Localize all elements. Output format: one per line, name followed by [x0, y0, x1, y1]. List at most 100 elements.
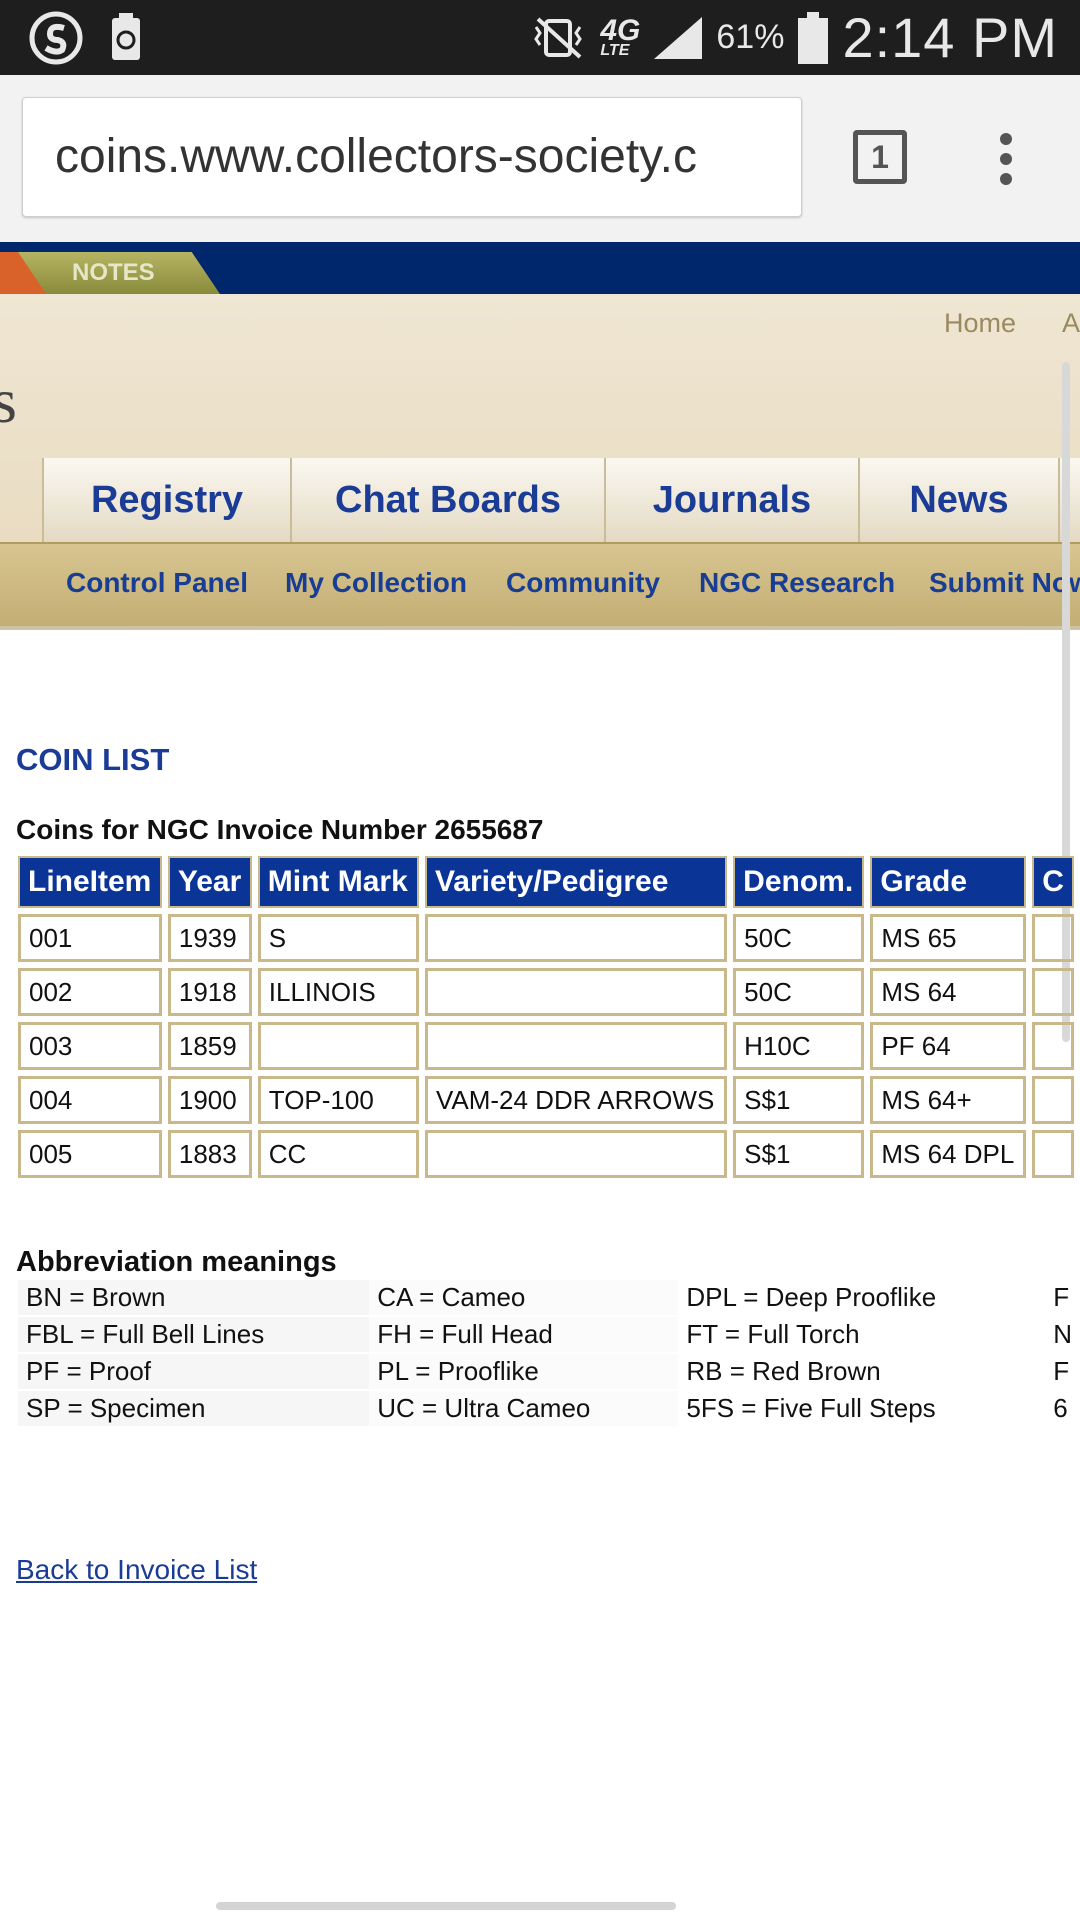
main-nav: Registry Chat Boards Journals News [0, 458, 1080, 542]
abbr-cell: UC = Ultra Cameo [369, 1390, 679, 1428]
cell-mint-mark: TOP-100 [257, 1076, 419, 1124]
top-links: Home A [944, 308, 1080, 339]
coin-table: LineItem Year Mint Mark Variety/Pedigree… [12, 850, 1080, 1184]
abbr-cell: DPL = Deep Prooflike [678, 1280, 1046, 1317]
subnav-control-panel[interactable]: Control Panel [66, 544, 248, 622]
back-to-invoice-list-link[interactable]: Back to Invoice List [16, 1554, 257, 1586]
cell-year: 1939 [167, 914, 252, 962]
col-header-c: C [1032, 856, 1074, 908]
abbr-cell: 6 [1045, 1390, 1080, 1428]
abbr-cell: FT = Full Torch [678, 1316, 1046, 1354]
col-header-variety: Variety/Pedigree [424, 856, 728, 908]
url-field[interactable]: coins.www.collectors-society.c [22, 97, 802, 217]
col-header-grade: Grade [870, 856, 1027, 908]
cell-year: 1859 [167, 1022, 252, 1070]
abbr-cell: CA = Cameo [369, 1280, 679, 1317]
samsung-s-icon [29, 11, 83, 65]
cell-lineitem: 004 [18, 1076, 162, 1124]
table-row: 001 1939 S 50C MS 65 [18, 914, 1074, 962]
cell-year: 1883 [167, 1130, 252, 1178]
cell-year: 1918 [167, 968, 252, 1016]
cell-mint-mark: CC [257, 1130, 419, 1178]
notes-tab-label: NOTES [72, 259, 155, 286]
abbr-cell: FH = Full Head [369, 1316, 679, 1354]
cell-grade: MS 64 [870, 968, 1027, 1016]
abbr-row: FBL = Full Bell Lines FH = Full Head FT … [18, 1316, 1080, 1354]
abbr-cell: N [1045, 1316, 1080, 1354]
cell-mint-mark: S [257, 914, 419, 962]
abbr-cell: FBL = Full Bell Lines [18, 1316, 370, 1354]
subnav-submit-now[interactable]: Submit Now [929, 544, 1080, 622]
cell-variety: VAM-24 DDR ARROWS [424, 1076, 728, 1124]
abbr-cell: BN = Brown [18, 1280, 370, 1317]
coin-table-header: LineItem Year Mint Mark Variety/Pedigree… [18, 856, 1074, 908]
cell-grade: MS 64+ [870, 1076, 1027, 1124]
cell-denom: S$1 [733, 1076, 865, 1124]
nav-tab-registry[interactable]: Registry [42, 458, 290, 542]
table-row: 004 1900 TOP-100 VAM-24 DDR ARROWS S$1 M… [18, 1076, 1074, 1124]
abbr-row: BN = Brown CA = Cameo DPL = Deep Proofli… [18, 1280, 1080, 1317]
col-header-year: Year [167, 856, 252, 908]
recycle-battery-icon [112, 13, 140, 60]
invoice-title: Coins for NGC Invoice Number 2655687 [16, 814, 544, 845]
url-text: coins.www.collectors-society.c [55, 130, 697, 183]
battery-percent: 61% [716, 18, 785, 56]
abbr-row: SP = Specimen UC = Ultra Cameo 5FS = Fiv… [18, 1390, 1080, 1428]
cell-lineitem: 001 [18, 914, 162, 962]
table-row: 002 1918 ILLINOIS 50C MS 64 [18, 968, 1074, 1016]
subnav-ngc-research[interactable]: NGC Research [699, 544, 895, 622]
cell-year: 1900 [167, 1076, 252, 1124]
abbr-row: PF = Proof PL = Prooflike RB = Red Brown… [18, 1353, 1080, 1391]
cell-lineitem: 003 [18, 1022, 162, 1070]
network-indicator: 4G LTE [600, 13, 641, 59]
cell-lineitem: 005 [18, 1130, 162, 1178]
cell-grade: PF 64 [870, 1022, 1027, 1070]
cell-denom: H10C [733, 1022, 865, 1070]
cell-grade: MS 65 [870, 914, 1027, 962]
cell-c [1032, 1022, 1074, 1070]
abbr-cell: F [1045, 1353, 1080, 1391]
tab-switcher-button[interactable]: 1 [853, 130, 907, 184]
table-row: 003 1859 H10C PF 64 [18, 1022, 1074, 1070]
col-header-mint-mark: Mint Mark [257, 856, 419, 908]
signal-icon [654, 16, 703, 59]
table-row: 005 1883 CC S$1 MS 64 DPL [18, 1130, 1074, 1178]
abbr-cell: PF = Proof [18, 1353, 370, 1391]
overflow-menu-icon[interactable] [1000, 133, 1016, 193]
cell-grade: MS 64 DPL [870, 1130, 1027, 1178]
top-link-a[interactable]: A [1062, 308, 1080, 338]
nav-tab-chat-boards[interactable]: Chat Boards [290, 458, 604, 542]
abbr-cell: 5FS = Five Full Steps [678, 1390, 1046, 1428]
cell-variety [424, 1022, 728, 1070]
nav-tab-journals[interactable]: Journals [604, 458, 858, 542]
abbr-cell: SP = Specimen [18, 1390, 370, 1428]
vibrate-mute-icon [534, 17, 583, 58]
cell-variety [424, 1130, 728, 1178]
sub-nav: Control Panel My Collection Community NG… [0, 542, 1080, 630]
cell-c [1032, 968, 1074, 1016]
cell-variety [424, 968, 728, 1016]
page-title: COIN LIST [16, 742, 170, 777]
abbr-cell: RB = Red Brown [678, 1353, 1046, 1391]
cell-denom: 50C [733, 968, 865, 1016]
home-link[interactable]: Home [944, 308, 1016, 338]
abbr-cell: PL = Prooflike [369, 1353, 679, 1391]
abbr-cell: F [1045, 1280, 1080, 1317]
nav-tab-news[interactable]: News [858, 458, 1058, 542]
status-bar: 4G LTE 61% 2:14 PM [0, 0, 1080, 75]
col-header-denom: Denom. [733, 856, 865, 908]
subnav-my-collection[interactable]: My Collection [285, 544, 467, 622]
notes-tab[interactable]: NOTES [0, 252, 220, 294]
cell-mint-mark: ILLINOIS [257, 968, 419, 1016]
site-logo-fragment: s [0, 365, 17, 436]
clock: 2:14 PM [842, 6, 1058, 69]
cell-lineitem: 002 [18, 968, 162, 1016]
col-header-lineitem: LineItem [18, 856, 162, 908]
horizontal-scrollbar[interactable] [216, 1902, 676, 1910]
cell-c [1032, 1130, 1074, 1178]
abbreviations-table: BN = Brown CA = Cameo DPL = Deep Proofli… [18, 1280, 1080, 1428]
subnav-community[interactable]: Community [506, 544, 660, 622]
abbreviations-title: Abbreviation meanings [16, 1246, 337, 1278]
cell-mint-mark [257, 1022, 419, 1070]
cell-denom: S$1 [733, 1130, 865, 1178]
